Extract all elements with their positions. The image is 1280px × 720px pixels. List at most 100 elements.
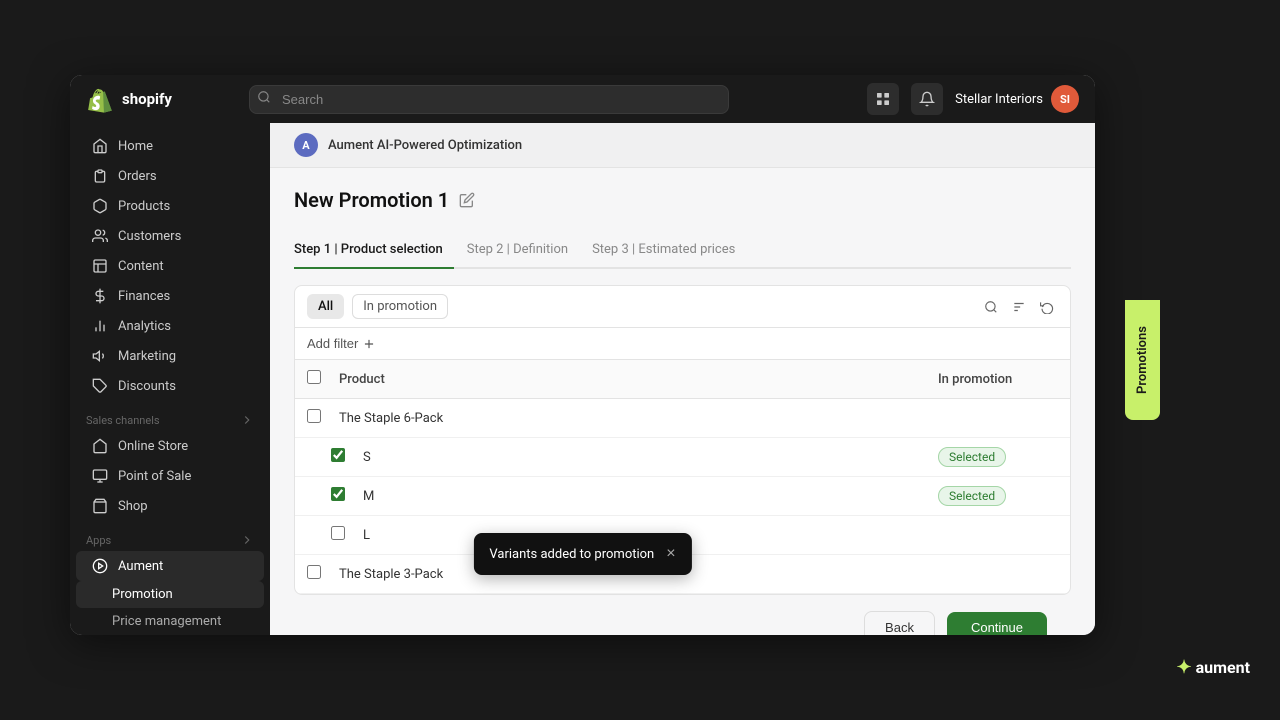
sidebar-item-aument[interactable]: Aument xyxy=(76,551,264,581)
sidebar-label-customers: Customers xyxy=(118,229,181,244)
select-all-checkbox[interactable] xyxy=(307,370,321,384)
search-input[interactable] xyxy=(249,85,729,114)
selected-badge: Selected xyxy=(938,486,1006,506)
sidebar-item-promotion[interactable]: Promotion xyxy=(76,581,264,608)
step-3-label: Step 3 | Estimated prices xyxy=(592,242,735,257)
variant-promotion-col: Selected xyxy=(938,450,1058,465)
variant-name: M xyxy=(363,489,926,504)
online-store-icon xyxy=(92,438,108,454)
header-product-col: Product xyxy=(339,372,926,387)
variant-m-checkbox[interactable] xyxy=(331,487,345,501)
sidebar-label-price-management: Price management xyxy=(112,614,221,629)
body-layout: Home Orders Products xyxy=(70,123,1095,635)
aument-logo-corner: ✦ aument xyxy=(1177,657,1251,678)
page-title: New Promotion 1 xyxy=(294,188,449,212)
product-staple6-checkbox[interactable] xyxy=(307,409,321,423)
add-filter-button[interactable]: Add filter xyxy=(307,336,376,351)
table-header: Product In promotion xyxy=(295,360,1070,399)
aument-banner-text: Aument AI-Powered Optimization xyxy=(328,138,522,153)
product-check-col xyxy=(307,409,327,427)
apps-label: Apps xyxy=(86,534,111,547)
aument-logo-text: aument xyxy=(1196,658,1250,677)
back-button[interactable]: Back xyxy=(864,611,935,635)
refresh-icon xyxy=(1040,300,1054,314)
sidebar-item-finances[interactable]: Finances xyxy=(76,281,264,311)
sidebar-label-aument: Aument xyxy=(118,559,163,574)
expand-icon xyxy=(240,413,254,427)
sidebar-item-orders[interactable]: Orders xyxy=(76,161,264,191)
products-icon xyxy=(92,198,108,214)
shop-icon xyxy=(92,498,108,514)
step-3[interactable]: Step 3 | Estimated prices xyxy=(592,232,759,267)
steps-row: Step 1 | Product selection Step 2 | Defi… xyxy=(294,232,1071,269)
search-container xyxy=(249,85,729,114)
apps-expand-icon xyxy=(240,533,254,547)
aument-icon xyxy=(92,558,108,574)
notifications-button[interactable] xyxy=(911,83,943,115)
table-row: The Staple 6-Pack xyxy=(295,399,1070,438)
sidebar-label-discounts: Discounts xyxy=(118,379,176,394)
sidebar-label-products: Products xyxy=(118,199,170,214)
main-content: A Aument AI-Powered Optimization New Pro… xyxy=(270,123,1095,635)
step-2[interactable]: Step 2 | Definition xyxy=(467,232,592,267)
sidebar-label-point-of-sale: Point of Sale xyxy=(118,469,191,484)
product-check-col xyxy=(307,565,327,583)
selected-badge: Selected xyxy=(938,447,1006,467)
product-name: The Staple 6-Pack xyxy=(339,411,926,426)
edit-icon xyxy=(459,192,475,208)
promotions-side-tab[interactable]: Promotions xyxy=(1125,300,1160,420)
store-avatar: SI xyxy=(1051,85,1079,113)
refresh-button[interactable] xyxy=(1036,296,1058,318)
marketing-icon xyxy=(92,348,108,364)
sidebar-item-home[interactable]: Home xyxy=(76,131,264,161)
filter-tab-all[interactable]: All xyxy=(307,294,344,319)
customers-icon xyxy=(92,228,108,244)
product-staple3-checkbox[interactable] xyxy=(307,565,321,579)
toast-message: Variants added to promotion xyxy=(489,547,654,562)
filter-icon xyxy=(1012,300,1026,314)
variant-l-checkbox[interactable] xyxy=(331,526,345,540)
sidebar-item-products[interactable]: Products xyxy=(76,191,264,221)
search-filter-button[interactable] xyxy=(980,296,1002,318)
sidebar-item-marketing[interactable]: Marketing xyxy=(76,341,264,371)
variant-promotion-col: Selected xyxy=(938,489,1058,504)
sidebar-item-content[interactable]: Content xyxy=(76,251,264,281)
sidebar-label-home: Home xyxy=(118,139,153,154)
sidebar-item-shop[interactable]: Shop xyxy=(76,491,264,521)
shopify-logo: shopify xyxy=(86,85,172,113)
sales-channels-section: Sales channels xyxy=(70,401,270,431)
sales-channels-label: Sales channels xyxy=(86,414,160,427)
variant-s-checkbox[interactable] xyxy=(331,448,345,462)
aument-banner-icon: A xyxy=(294,133,318,157)
store-name: Stellar Interiors xyxy=(955,92,1043,107)
bottom-actions: Back Continue xyxy=(294,595,1071,635)
sidebar-label-shop: Shop xyxy=(118,499,148,514)
sidebar-item-customers[interactable]: Customers xyxy=(76,221,264,251)
variant-check-col xyxy=(331,526,351,544)
sidebar-item-discounts[interactable]: Discounts xyxy=(76,371,264,401)
sort-filter-button[interactable] xyxy=(1008,296,1030,318)
add-icon xyxy=(362,337,376,351)
page-title-row: New Promotion 1 xyxy=(294,188,1071,212)
aument-banner: A Aument AI-Powered Optimization xyxy=(270,123,1095,168)
edit-title-button[interactable] xyxy=(459,192,475,208)
header: shopify xyxy=(70,75,1095,123)
search-filter-icon xyxy=(984,300,998,314)
search-icon xyxy=(257,90,271,108)
store-info: Stellar Interiors SI xyxy=(955,85,1079,113)
discounts-icon xyxy=(92,378,108,394)
shopify-logo-text: shopify xyxy=(122,90,172,108)
main-window: shopify xyxy=(70,75,1095,635)
shopify-apps-button[interactable] xyxy=(867,83,899,115)
sidebar-item-price-management[interactable]: Price management xyxy=(76,608,264,635)
sidebar-item-point-of-sale[interactable]: Point of Sale xyxy=(76,461,264,491)
step-1-label: Step 1 | Product selection xyxy=(294,242,443,257)
sidebar-item-analytics[interactable]: Analytics xyxy=(76,311,264,341)
filter-tab-in-promotion[interactable]: In promotion xyxy=(352,294,448,319)
step-1[interactable]: Step 1 | Product selection xyxy=(294,232,467,267)
continue-button[interactable]: Continue xyxy=(947,612,1047,635)
toast-close-button[interactable]: × xyxy=(666,545,675,563)
sidebar-item-online-store[interactable]: Online Store xyxy=(76,431,264,461)
header-actions: Stellar Interiors SI xyxy=(867,83,1079,115)
pos-icon xyxy=(92,468,108,484)
